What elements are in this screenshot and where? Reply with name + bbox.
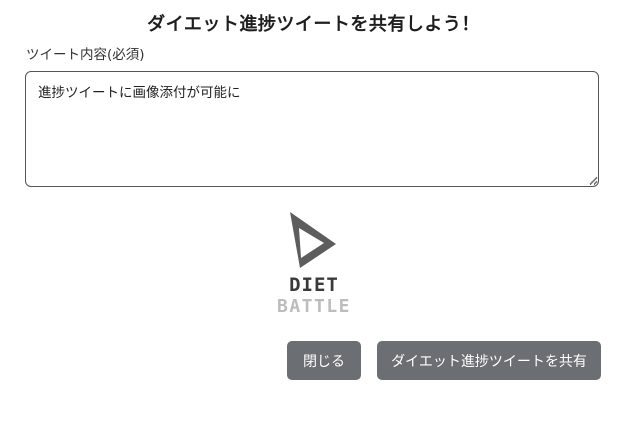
share-progress-tweet-button[interactable]: ダイエット進捗ツイートを共有 [377, 341, 601, 380]
logo-text-battle: BATTLE [276, 296, 352, 317]
close-button[interactable]: 閉じる [287, 341, 361, 380]
logo-text-diet: DIET [289, 274, 339, 296]
logo-mark-icon [290, 212, 336, 268]
diet-battle-logo: DIET BATTLE [262, 208, 366, 320]
tweet-content-textarea[interactable] [25, 71, 599, 187]
modal-title: ダイエット進捗ツイートを共有しよう！ [147, 14, 480, 35]
tweet-share-modal: ダイエット進捗ツイートを共有しよう！ ツイート内容(必須) DIET BATTL… [0, 0, 627, 421]
resize-grip-icon[interactable] [588, 175, 598, 185]
tweet-content-label: ツイート内容(必須) [26, 47, 145, 63]
